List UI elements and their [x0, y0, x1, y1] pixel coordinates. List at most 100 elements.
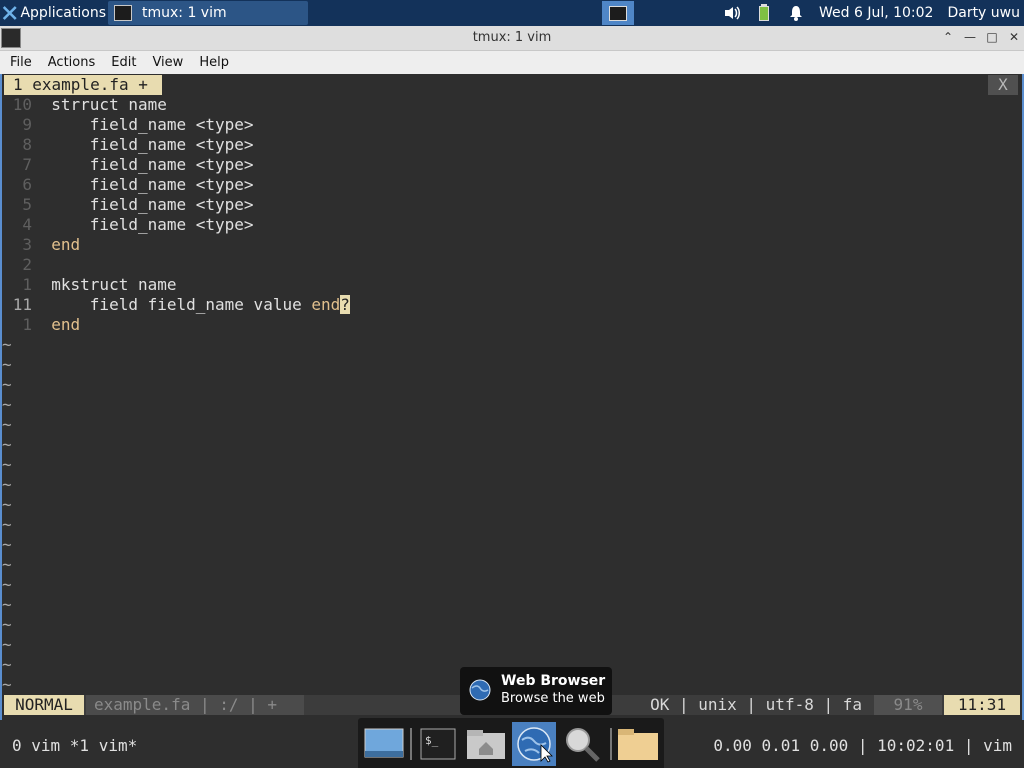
statusline-percent: 91% [874, 695, 942, 715]
empty-line-marker: ~ [2, 635, 12, 654]
dock-home-folder[interactable] [464, 722, 508, 766]
tmux-windows[interactable]: 0 vim *1 vim* [12, 736, 137, 755]
line-keyword: end [311, 295, 341, 314]
empty-line-marker: ~ [2, 495, 12, 514]
empty-line-marker: ~ [2, 455, 12, 474]
code-line[interactable]: 1 mkstruct name [2, 275, 177, 295]
text-cursor: ? [340, 295, 350, 314]
taskbar-item-label: tmux: 1 vim [142, 5, 227, 21]
code-line[interactable]: 3 end [2, 235, 80, 255]
tmux-status-right: 0.00 0.01 0.00 | 10:02:01 | vim [713, 736, 1012, 755]
statusline-info: OK | unix | utf-8 | fa [650, 695, 862, 714]
vim-tab-close-icon[interactable]: X [988, 75, 1018, 95]
applications-menu-button[interactable]: Applications [0, 0, 106, 26]
menu-view[interactable]: View [146, 55, 189, 70]
line-text: mkstruct name [51, 275, 177, 294]
line-text: field_name <type> [51, 175, 254, 194]
mode-indicator: NORMAL [4, 695, 84, 715]
dock-web-browser[interactable] [512, 722, 556, 766]
dock-terminal[interactable]: $_ [416, 722, 460, 766]
statusline-position: 11:31 [944, 695, 1020, 715]
volume-icon[interactable] [723, 4, 741, 22]
menu-file[interactable]: File [4, 55, 38, 70]
code-line[interactable]: 6 field_name <type> [2, 175, 254, 195]
empty-line-marker: ~ [2, 515, 12, 534]
empty-line-marker: ~ [2, 535, 12, 554]
code-line-current[interactable]: 11 field field_name value end? [2, 295, 350, 315]
line-number: 10 [12, 95, 32, 114]
home-folder-icon [467, 730, 505, 759]
empty-line-marker: ~ [2, 615, 12, 634]
line-number: 2 [22, 255, 32, 274]
line-text: field_name <type> [51, 155, 254, 174]
user-menu[interactable]: Darty uwu [947, 5, 1020, 21]
line-number: 5 [22, 195, 32, 214]
dock: $_ [358, 718, 664, 768]
window-controls: ⌃ — □ ✕ [940, 28, 1022, 46]
xfce-logo-icon [2, 6, 17, 20]
line-keyword: end [51, 315, 81, 334]
system-tray: Wed 6 Jul, 10:02 Darty uwu [723, 0, 1024, 26]
menu-actions[interactable]: Actions [42, 55, 102, 70]
code-line[interactable]: 9 field_name <type> [2, 115, 254, 135]
line-number-current: 11 [12, 295, 32, 314]
battery-icon[interactable] [755, 4, 773, 22]
terminal-icon: $_ [420, 728, 456, 760]
taskbar-item-tmux[interactable]: tmux: 1 vim [108, 1, 308, 25]
line-number: 1 [22, 315, 32, 334]
top-panel: Applications tmux: 1 vim Wed 6 Jul, 10:0… [0, 0, 1024, 26]
empty-line-marker: ~ [2, 595, 12, 614]
folder-icon [618, 729, 658, 760]
terminal-window-icon [609, 5, 627, 21]
workspace-button[interactable] [602, 1, 634, 25]
maximize-icon[interactable]: □ [984, 28, 1000, 46]
magnifier-icon [566, 728, 600, 762]
terminal-area[interactable]: 1 example.fa + X 10 strruct name 9 field… [0, 74, 1024, 720]
window-titlebar[interactable]: tmux: 1 vim ⌃ — □ ✕ [0, 26, 1024, 51]
tooltip-subtitle: Browse the web [501, 691, 605, 706]
code-line[interactable]: 10 strruct name [2, 95, 167, 115]
empty-line-marker: ~ [2, 335, 12, 354]
show-desktop-icon [364, 728, 404, 758]
code-line[interactable]: 7 field_name <type> [2, 155, 254, 175]
empty-line-marker: ~ [2, 675, 12, 694]
dock-search[interactable] [560, 722, 604, 766]
line-number: 1 [22, 275, 32, 294]
globe-icon [469, 679, 491, 701]
notification-bell-icon[interactable] [787, 4, 805, 22]
code-line[interactable]: 4 field_name <type> [2, 215, 253, 235]
code-line[interactable]: 5 field_name <type> [2, 195, 253, 215]
menu-help[interactable]: Help [193, 55, 235, 70]
applications-label: Applications [20, 5, 106, 21]
line-number: 6 [22, 175, 32, 194]
code-line[interactable]: 2 [2, 255, 32, 275]
globe-icon [517, 727, 553, 763]
empty-line-marker: ~ [2, 435, 12, 454]
code-line[interactable]: 8 field_name <type> [2, 135, 254, 155]
minimize-icon[interactable]: — [962, 28, 978, 46]
code-line[interactable]: 1 end [2, 315, 80, 335]
empty-line-marker: ~ [2, 655, 12, 674]
clock[interactable]: Wed 6 Jul, 10:02 [819, 5, 933, 21]
line-text: field field_name value [51, 295, 312, 314]
vim-tab[interactable]: 1 example.fa + [4, 75, 162, 95]
terminal-icon [114, 5, 132, 21]
empty-line-marker: ~ [2, 395, 12, 414]
close-icon[interactable]: ✕ [1006, 28, 1022, 46]
line-text: field_name <type> [51, 115, 254, 134]
empty-line-marker: ~ [2, 375, 12, 394]
shade-icon[interactable]: ⌃ [940, 28, 956, 46]
statusline-file: example.fa | :/ | + [86, 695, 304, 715]
empty-line-marker: ~ [2, 415, 12, 434]
empty-line-marker: ~ [2, 555, 12, 574]
line-keyword: end [51, 235, 81, 254]
line-text: field_name <type> [51, 135, 254, 154]
line-number: 7 [22, 155, 32, 174]
line-number: 9 [22, 115, 32, 134]
menu-edit[interactable]: Edit [105, 55, 142, 70]
dock-files[interactable] [616, 722, 660, 766]
line-text: strruct name [51, 95, 167, 114]
line-number: 8 [22, 135, 32, 154]
window-title: tmux: 1 vim [472, 30, 552, 45]
dock-show-desktop[interactable] [362, 722, 406, 766]
